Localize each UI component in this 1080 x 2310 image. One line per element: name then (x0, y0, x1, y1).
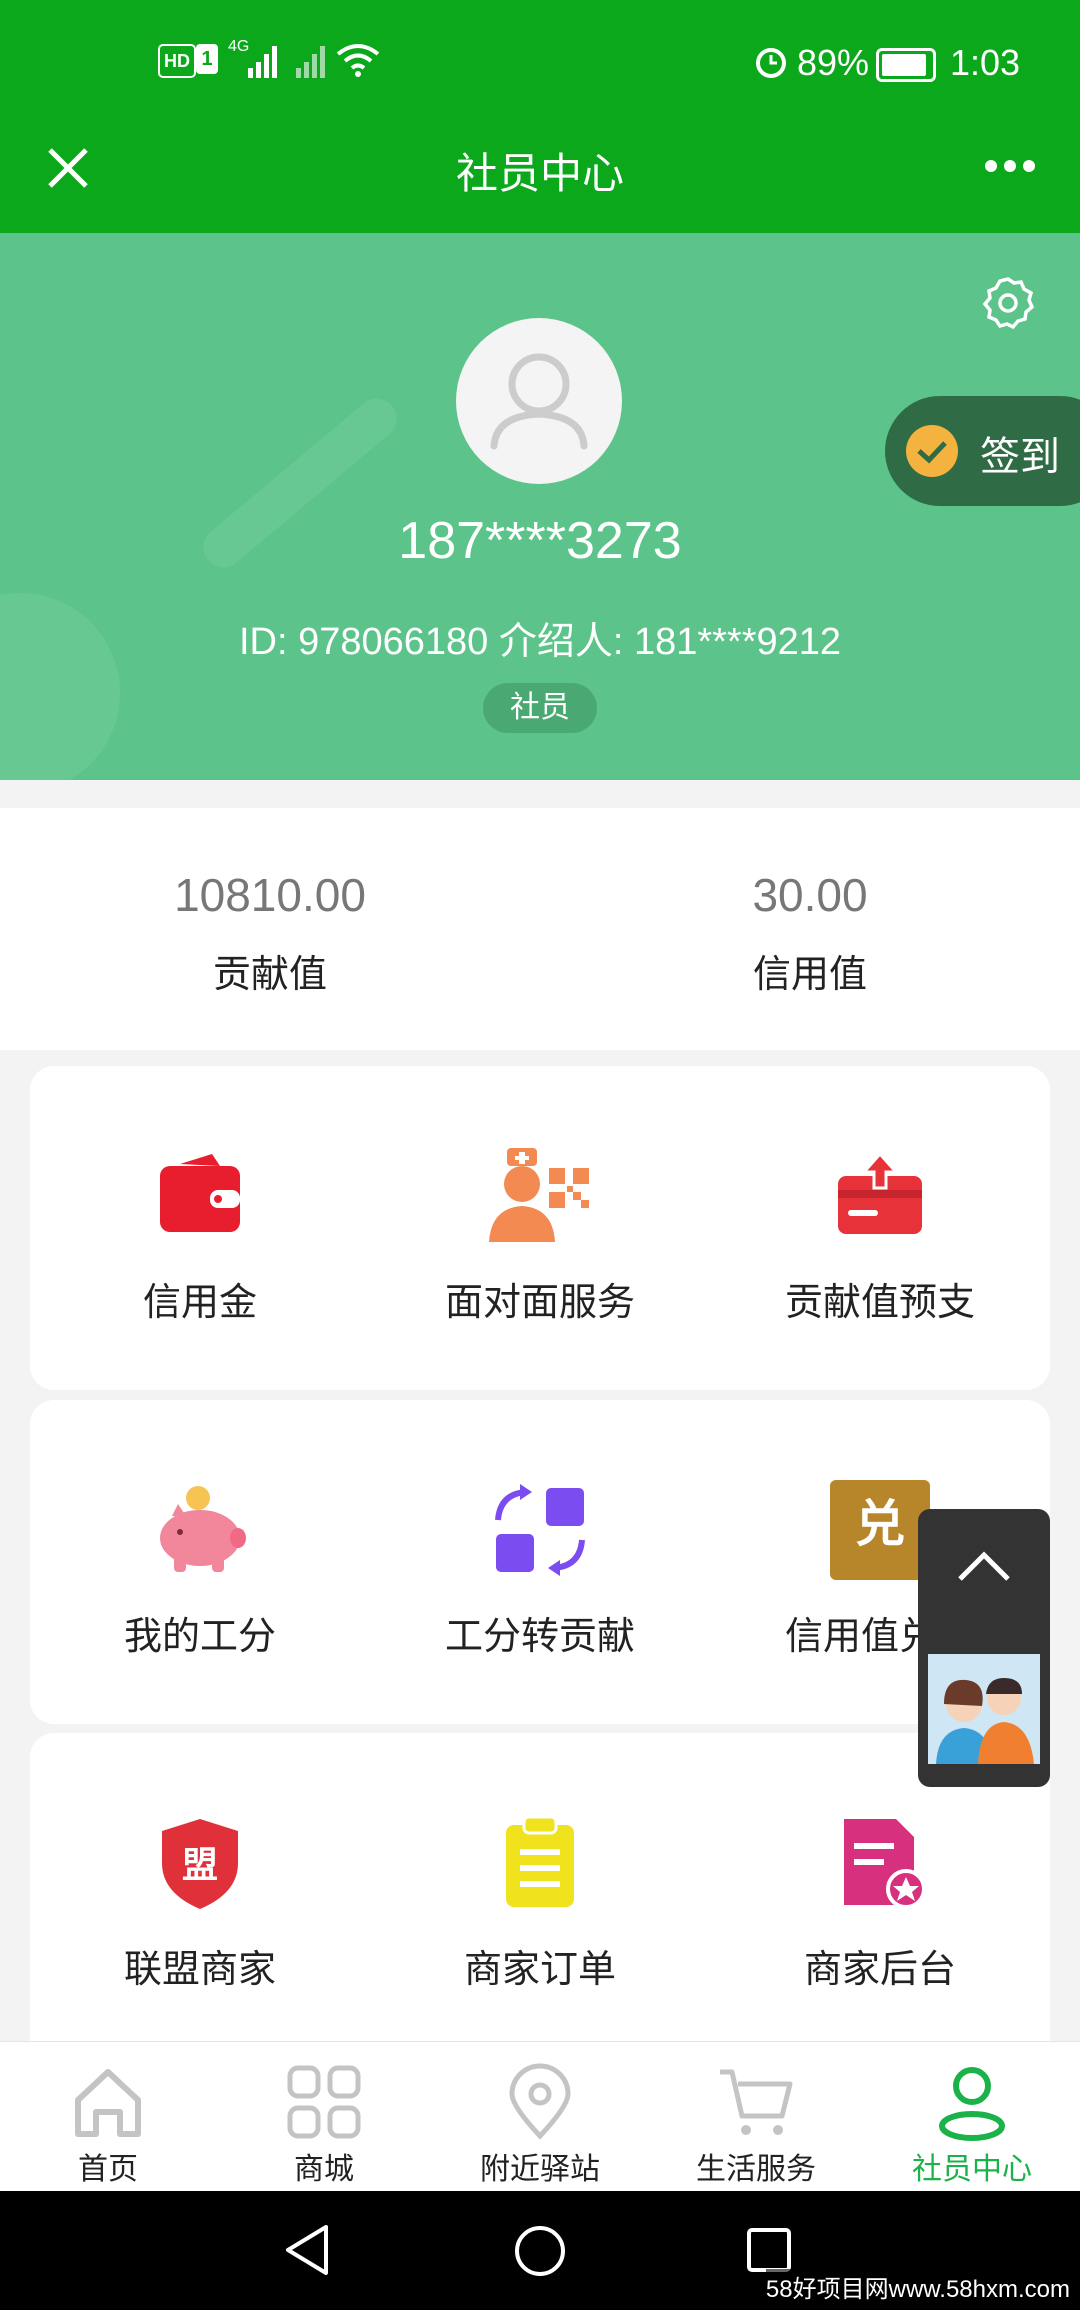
stats-panel: 10810.00 贡献值 30.00 信用值 (0, 808, 1080, 1050)
tab-label: 社员中心 (912, 2153, 1032, 2186)
tab-life-services[interactable]: 生活服务 (648, 2042, 864, 2192)
more-icon[interactable] (984, 158, 1036, 174)
settings-icon[interactable] (980, 275, 1036, 331)
tile-label: 商家订单 (463, 1949, 616, 1991)
tile-label: 贡献值预支 (784, 1282, 975, 1324)
stat-credit[interactable]: 30.00 信用值 (540, 808, 1080, 1050)
battery-icon (876, 48, 936, 82)
avatar[interactable] (456, 318, 622, 484)
advance-card-icon (838, 1151, 922, 1234)
system-nav-bar: 58好项目网www.58hxm.com (0, 2191, 1080, 2310)
tile-contribution-advance[interactable]: 贡献值预支 (710, 1066, 1050, 1366)
customer-service-button[interactable] (928, 1654, 1040, 1764)
checkin-button[interactable]: 签到 (885, 396, 1080, 506)
user-avatar-icon (490, 353, 588, 450)
tab-bar: 首页 商城 附近驿站 生活服务 社员中心 (0, 2041, 1080, 2192)
tile-label: 面对面服务 (444, 1282, 635, 1324)
watermark: 58好项目网www.58hxm.com (765, 2269, 1070, 2304)
hd-badge: HD (158, 44, 196, 78)
member-icon (939, 2067, 1005, 2141)
tile-label: 我的工分 (123, 1616, 276, 1658)
piggy-bank-icon (160, 1486, 246, 1572)
stat-label: 贡献值 (212, 954, 327, 996)
tab-label: 生活服务 (696, 2153, 816, 2186)
check-icon (906, 425, 958, 477)
clock: 1:03 (950, 42, 1021, 83)
home-nav-icon[interactable] (513, 2224, 567, 2278)
exchange-icon: 兑 (830, 1480, 930, 1580)
tab-member-center[interactable]: 社员中心 (864, 2042, 1080, 2192)
tile-my-points[interactable]: 我的工分 (30, 1400, 370, 1700)
location-icon (509, 2063, 571, 2140)
tile-face-to-face[interactable]: 面对面服务 (370, 1066, 710, 1366)
back-to-top-icon[interactable] (956, 1549, 1012, 1583)
stat-value: 10810.00 (174, 869, 366, 921)
tile-credit-fund[interactable]: 信用金 (30, 1066, 370, 1366)
tile-label: 工分转贡献 (444, 1616, 635, 1658)
tab-label: 附近驿站 (480, 2153, 600, 2186)
page-title: 社员中心 (455, 150, 624, 197)
home-icon (75, 2069, 141, 2137)
service-card-1: 信用金 面对面服务 贡献值预支 (30, 1066, 1050, 1390)
customer-service-icon (936, 1678, 1034, 1764)
alliance-badge: 盟 (182, 1845, 218, 1886)
service-card-3: 盟 联盟商家 商家订单 商家后台 (30, 1733, 1050, 2063)
checkin-label: 签到 (980, 435, 1060, 479)
convert-icon (495, 1484, 585, 1576)
user-phone: 187****3273 (398, 512, 682, 570)
face-to-face-service-icon (489, 1148, 591, 1242)
tile-merchant-orders[interactable]: 商家订单 (370, 1733, 710, 2033)
tile-label: 商家后台 (803, 1949, 956, 1991)
clipboard-icon (506, 1815, 574, 1907)
sim-badge: 1 (196, 44, 218, 74)
recents-nav-icon[interactable] (745, 2226, 793, 2274)
role-badge: 社员 (483, 683, 597, 733)
tile-points-to-contribution[interactable]: 工分转贡献 (370, 1400, 710, 1700)
back-nav-icon[interactable] (282, 2223, 332, 2277)
service-card-2: 我的工分 工分转贡献 兑 信用值兑换 (30, 1400, 1050, 1724)
stat-contribution[interactable]: 10810.00 贡献值 (0, 808, 540, 1050)
alarm-icon (756, 48, 786, 78)
floating-widget (918, 1509, 1050, 1787)
tile-label: 联盟商家 (123, 1949, 276, 1991)
tile-label: 信用金 (142, 1282, 257, 1324)
top-bar: HD 1 4G 89% 1:03 社员中心 (0, 0, 1080, 233)
tab-home[interactable]: 首页 (0, 2042, 216, 2192)
wifi-icon (336, 44, 380, 77)
tile-alliance-merchants[interactable]: 盟 联盟商家 (30, 1733, 370, 2033)
exchange-badge: 兑 (855, 1496, 905, 1552)
tab-mall[interactable]: 商城 (216, 2042, 432, 2192)
wallet-icon (160, 1154, 240, 1232)
grid-icon (287, 2065, 361, 2139)
merchant-backend-icon (844, 1819, 926, 1909)
stat-label: 信用值 (752, 954, 867, 996)
user-id-line: ID: 978066180 介绍人: 181****9212 (238, 621, 842, 663)
stat-value: 30.00 (752, 869, 868, 921)
tab-nearby-station[interactable]: 附近驿站 (432, 2042, 648, 2192)
profile-header: 187****3273 ID: 978066180 介绍人: 181****92… (0, 233, 1080, 780)
tab-label: 首页 (78, 2153, 138, 2186)
alliance-shield-icon: 盟 (162, 1819, 238, 1909)
tab-label: 商城 (294, 2153, 354, 2186)
battery-percent: 89% (797, 42, 870, 83)
cart-icon (720, 2069, 793, 2135)
